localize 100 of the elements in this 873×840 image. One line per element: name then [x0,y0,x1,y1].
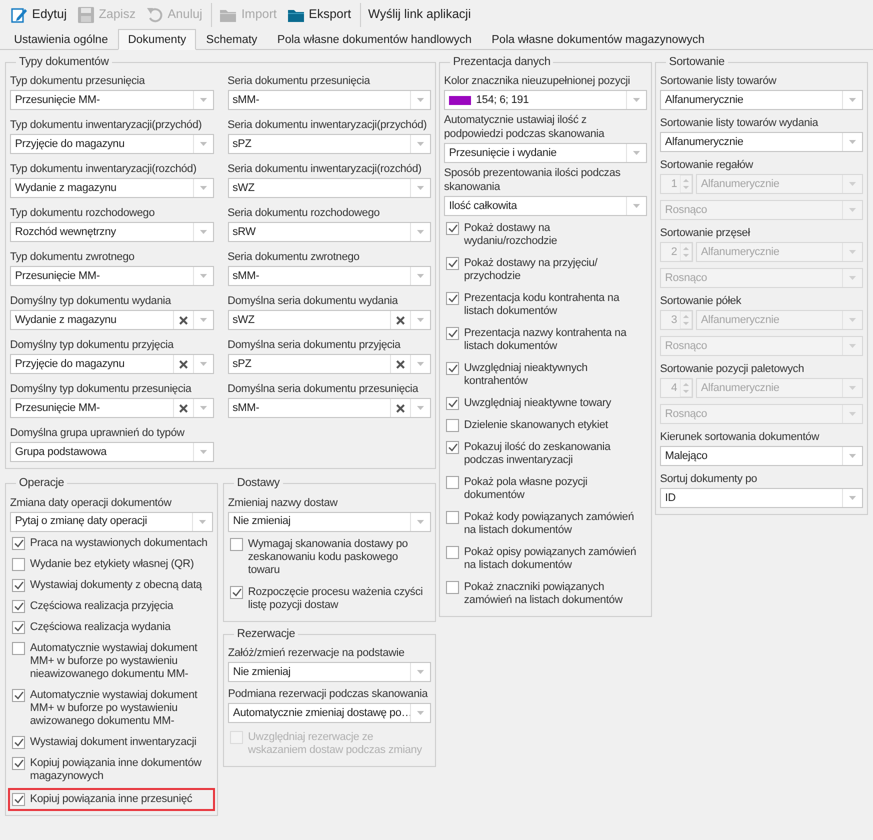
dropdown[interactable]: Alfanumerycznie [660,132,863,152]
group-title: Operacje [18,476,66,492]
caret-icon [849,250,856,254]
dropdown[interactable]: Przyjęcie do magazynu [10,134,214,154]
field-label: Typ dokumentu inwentaryzacji(przychód) [10,118,203,132]
checkbox[interactable] [12,736,25,748]
dropdown[interactable]: Automatycznie zmieniaj dostawę po… [228,702,431,723]
checkbox[interactable] [446,397,459,410]
dropdown[interactable]: Przesunięcie i wydanie [444,143,647,164]
checkbox[interactable] [12,536,25,550]
checkbox-label: Uwzględniaj rezerwacje ze wskazaniem dostaw podczas zmiany [248,730,423,757]
checkbox[interactable] [12,558,25,570]
dropdown[interactable]: Alfanumerycznie [660,90,863,110]
dropdown[interactable]: Przyjęcie do magazynu [10,354,214,374]
checkbox[interactable] [446,257,459,270]
caret-icon [633,151,640,156]
dropdown[interactable]: sWZ [228,178,431,198]
check-icon [14,622,24,632]
field-label: Seria dokumentu zwrotnego [228,250,360,264]
dropdown[interactable]: Nie zmieniaj [228,662,431,682]
field-label: Sortowanie listy towarów wydania [660,116,820,130]
toolbar-button[interactable]: Edytuj [6,2,70,26]
field-label: Seria dokumentu inwentaryzacji(rozchód) [228,162,422,176]
field-label: Kolor znacznika nieuzupełnionej pozycji [444,74,632,88]
dropdown[interactable]: sMM- [228,90,431,110]
dropdown[interactable]: sRW [228,222,431,242]
checkbox[interactable] [12,620,25,634]
checkbox[interactable] [12,642,25,654]
checkbox-label: Wystawiaj dokument inwentaryzacji [30,736,196,748]
dropdown[interactable]: sPZ [228,134,431,154]
checkbox[interactable] [12,600,25,612]
check-icon [448,364,458,374]
caret-icon [417,318,424,322]
dropdown[interactable]: Przesunięcie MM- [10,90,214,110]
field-label: Typ dokumentu rozchodowego [10,206,156,220]
dropdown[interactable]: Wydanie z magazynu [10,178,214,198]
field-label: Automatycznie ustawiaj ilość z podpowiedzi podczas skanowania [444,113,606,142]
checkbox[interactable] [446,362,459,376]
checkbox[interactable] [446,292,459,306]
field-label: Zmieniaj nazwy dostaw [228,496,339,510]
close-icon [178,360,188,369]
dropdown[interactable]: sWZ [228,310,431,330]
dropdown[interactable]: sPZ [228,354,431,374]
toolbar-button[interactable]: Eksport [282,2,354,26]
tab[interactable]: Pola własne dokumentów magazynowych [482,29,715,49]
checkbox-label: Wystawiaj dokumenty z obecną datą [30,578,202,592]
field-label: Domyślny typ dokumentu przyjęcia [10,338,175,352]
checkbox[interactable] [12,688,25,702]
checkbox[interactable] [230,586,243,598]
toolbar-button[interactable]: Wyślij link aplikacji [360,2,474,26]
close-icon [396,360,405,369]
caret-icon [200,406,206,410]
tab[interactable]: Pola własne dokumentów handlowych [267,29,482,49]
dropdown[interactable]: Ilość całkowita [444,196,647,216]
dropdown[interactable]: sMM- [228,266,431,286]
dropdown[interactable]: Rozchód wewnętrzny [10,222,214,242]
tab[interactable]: Schematy [196,29,268,49]
caret-icon [633,98,640,102]
caret-icon [417,710,424,715]
caret-icon [417,670,424,674]
checkbox[interactable] [446,511,459,524]
tab[interactable]: Dokumenty [118,29,196,50]
caret-icon [417,186,424,190]
dropdown[interactable]: ID [660,488,863,508]
dropdown[interactable]: Przesunięcie MM- [10,398,214,418]
checkbox[interactable] [446,419,459,432]
checkbox-label: Pokaż kody powiązanych zamówień na listach dokumentów [464,511,635,538]
dropdown[interactable]: Wydanie z magazynu [10,310,214,330]
checkbox[interactable] [446,581,459,594]
dropdown[interactable]: Malejąco [660,446,863,466]
close-icon [178,404,188,413]
checkbox[interactable] [12,792,25,806]
checkbox[interactable] [446,441,459,454]
checkbox[interactable] [12,578,25,592]
caret-icon [849,412,856,416]
checkbox[interactable] [446,476,459,490]
field-label: Domyślny typ dokumentu wydania [10,294,172,308]
checkbox-label: Automatycznie wystawiaj dokument MM+ w buforze po wystawieniu nieawizowanego dokumentu MM- [30,642,198,680]
caret-icon [199,520,206,524]
dropdown[interactable]: sMM- [228,398,431,418]
checkbox[interactable] [230,538,243,550]
dropdown[interactable]: Pytaj o zmianę daty operacji [10,512,213,532]
dropdown[interactable]: Grupa podstawowa [10,442,214,462]
dropdown[interactable]: 154; 6; 191 [444,90,647,110]
checkbox-label: Automatycznie wystawiaj dokument MM+ w buforze po wystawieniu awizowanego dokumentu MM- [30,688,198,728]
caret-icon [200,186,206,190]
checkbox-label: Pokazuj ilość do zeskanowania podczas inwentaryzacji [464,441,612,468]
checkbox-label: Pokaż znaczniki powiązanych zamówień na listach dokumentów [464,581,624,608]
dropdown[interactable]: Nie zmieniaj [228,512,431,532]
checkbox[interactable] [446,222,459,236]
checkbox-label: Pokaż pola własne pozycji dokumentów [464,476,588,502]
caret-icon [200,98,206,102]
checkbox[interactable] [446,546,459,560]
checkbox[interactable] [446,327,459,340]
checkbox-label: Prezentacja kodu kontrahenta na listach dokumentów [464,292,620,318]
check-icon [448,443,458,452]
spinner-arrows-icon [680,243,692,262]
dropdown[interactable]: Przesunięcie MM- [10,266,214,286]
tab[interactable]: Ustawienia ogólne [4,29,118,49]
checkbox[interactable] [12,756,25,770]
